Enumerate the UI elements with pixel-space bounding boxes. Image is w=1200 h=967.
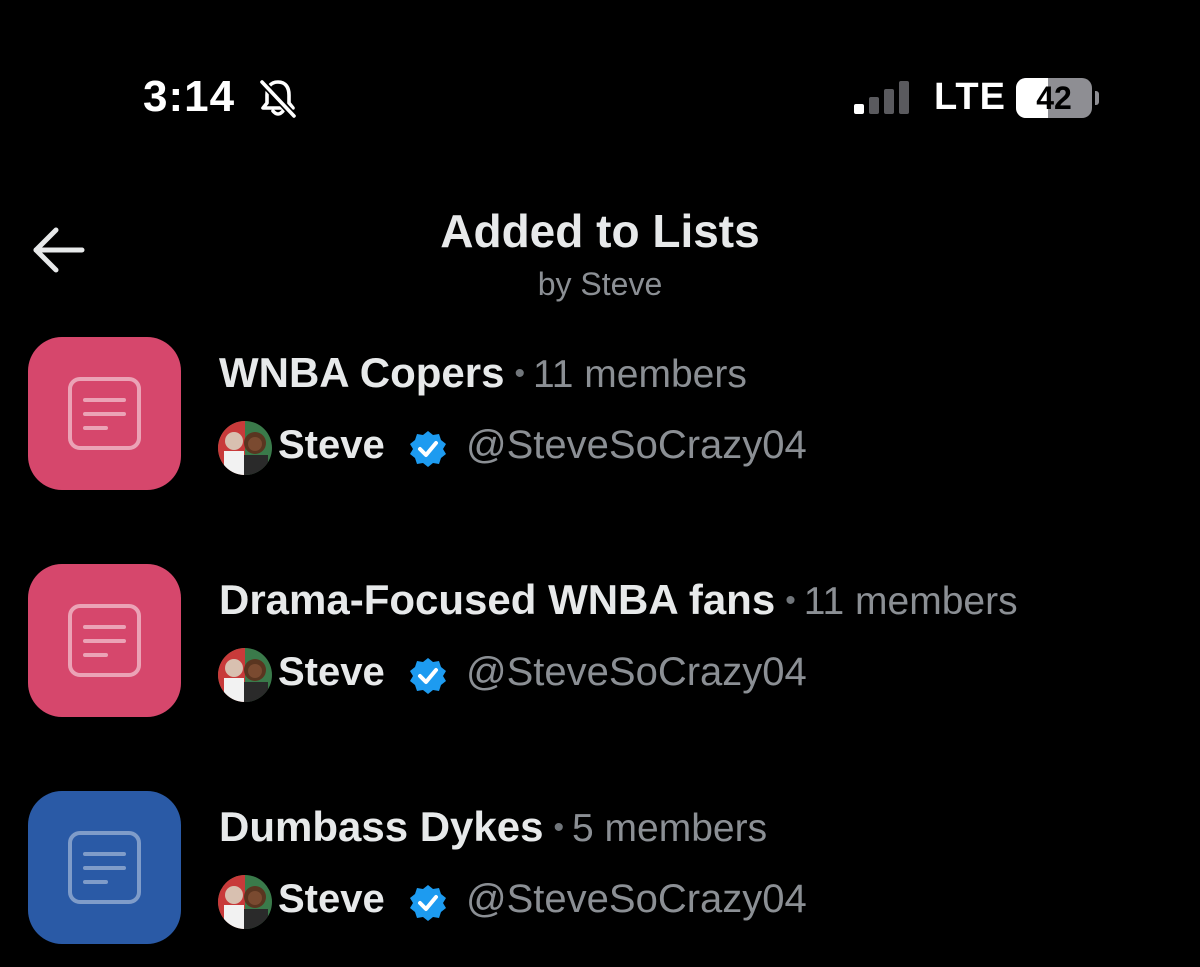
- owner-name: Steve: [278, 650, 385, 694]
- owner-handle: @SteveSoCrazy04: [466, 877, 807, 921]
- page-title: Added to Lists: [440, 205, 760, 257]
- list-item[interactable]: Drama-Focused WNBA fans • 11 members Steve…: [0, 564, 1200, 724]
- owner-name: Steve: [278, 877, 385, 921]
- owner-handle: @SteveSoCrazy04: [466, 423, 807, 467]
- app-screen: 3:14 LTE 42 Added to Lists by Steve WNBA…: [0, 0, 1200, 967]
- cellular-signal-icon: [854, 81, 909, 114]
- list-title-line: Dumbass Dykes • 5 members: [219, 801, 767, 855]
- bell-slash-icon: [259, 79, 297, 119]
- list-icon-tile: [28, 564, 181, 717]
- list-item[interactable]: WNBA Copers • 11 members Steve @SteveSoCra…: [0, 337, 1200, 497]
- list-icon-tile: [28, 337, 181, 490]
- list-title-line: Drama-Focused WNBA fans • 11 members: [219, 574, 1018, 628]
- list-name: WNBA Copers: [219, 349, 505, 396]
- document-list-icon: [68, 831, 141, 904]
- battery-percent: 42: [1036, 80, 1072, 116]
- separator-dot: •: [785, 584, 796, 617]
- battery-body: 42: [1016, 78, 1092, 118]
- verified-badge-icon: [410, 885, 446, 921]
- avatar: [218, 648, 272, 702]
- battery-tip: [1095, 91, 1099, 105]
- owner-handle: @SteveSoCrazy04: [466, 650, 807, 694]
- document-list-icon: [68, 604, 141, 677]
- document-list-icon: [68, 377, 141, 450]
- avatar: [218, 875, 272, 929]
- status-time: 3:14: [143, 72, 236, 121]
- verified-badge-icon: [410, 658, 446, 694]
- member-count: 11 members: [532, 353, 747, 396]
- member-count: 11 members: [803, 580, 1018, 623]
- list-name: Dumbass Dykes: [219, 803, 544, 850]
- owner-name: Steve: [278, 423, 385, 467]
- page-subtitle: by Steve: [537, 266, 663, 302]
- list-name: Drama-Focused WNBA fans: [219, 576, 776, 623]
- battery-indicator: 42: [1016, 78, 1100, 118]
- list-title-line: WNBA Copers • 11 members: [219, 347, 747, 401]
- member-count: 5 members: [572, 807, 768, 850]
- separator-dot: •: [553, 811, 565, 844]
- verified-badge-icon: [410, 431, 446, 467]
- avatar: [218, 421, 272, 475]
- network-type: LTE: [934, 76, 1006, 118]
- separator-dot: •: [514, 357, 525, 390]
- list-icon-tile: [28, 791, 181, 944]
- list-item[interactable]: Dumbass Dykes • 5 members Steve @SteveSoCr…: [0, 791, 1200, 951]
